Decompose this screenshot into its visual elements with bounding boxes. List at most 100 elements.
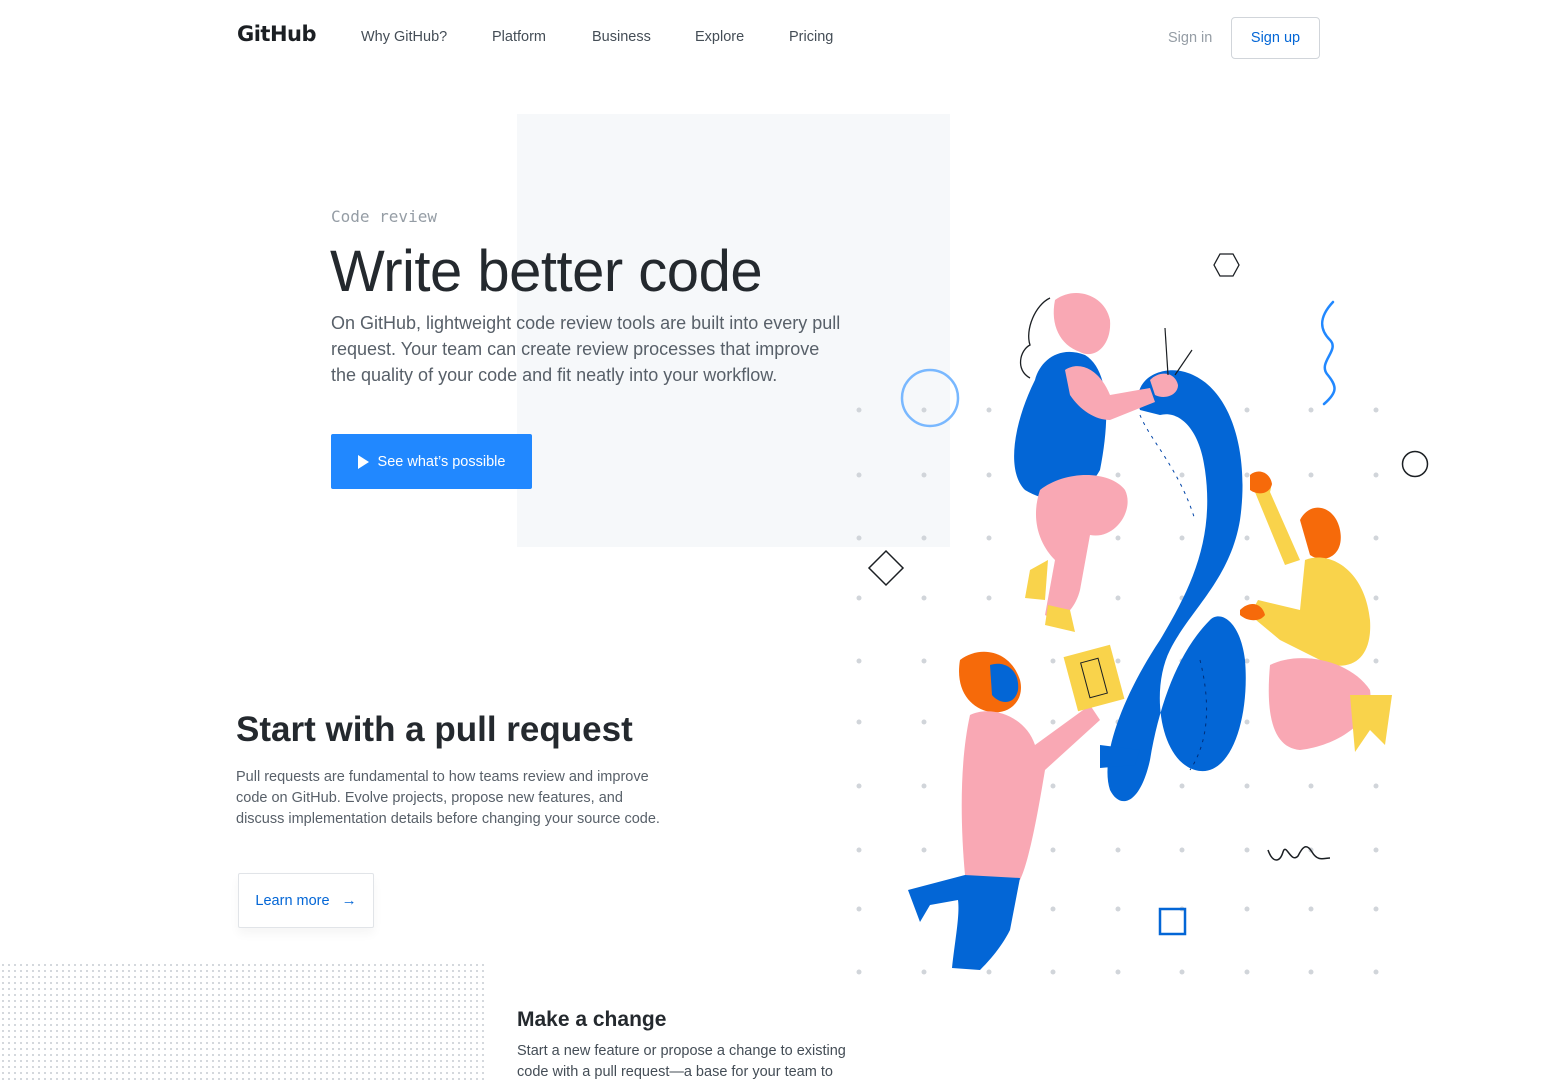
sign-up-button[interactable]: Sign up [1231,17,1320,59]
grid-dot [1308,906,1314,912]
grid-dot [1179,472,1185,478]
grid-dot [1179,969,1185,975]
grid-dot [856,719,862,725]
grid-dot [1373,847,1379,853]
grid-dot [1244,906,1250,912]
grid-dot [1244,407,1250,413]
nav-why-github[interactable]: Why GitHub? [361,29,447,45]
grid-dot [986,472,992,478]
grid-dot [1308,969,1314,975]
grid-dot [1244,847,1250,853]
grid-dot [1373,658,1379,664]
decorative-dot-pattern [0,962,486,1080]
decorative-circle-small [1401,450,1429,478]
collaboration-illustration [856,253,1429,975]
person-top [1014,292,1193,632]
github-logo[interactable]: GitHub [237,22,317,46]
grid-dot [1179,783,1185,789]
grid-dot [1115,595,1121,601]
decorative-circle-large [900,368,960,428]
grid-dot [1373,535,1379,541]
subsection-title: Make a change [517,1008,667,1031]
section-title: Start with a pull request [236,710,633,749]
decorative-squiggle-vertical [1320,300,1336,406]
decorative-squiggle-horizontal [1267,846,1331,861]
grid-dot [1373,472,1379,478]
grid-dot [1244,658,1250,664]
section-description: Pull requests are fundamental to how tea… [236,769,660,827]
nav-platform[interactable]: Platform [492,29,546,45]
grid-dot [921,719,927,725]
grid-dot [921,783,927,789]
arrow-right-icon: → [341,892,357,909]
grid-dot [1373,783,1379,789]
grid-dot [1373,595,1379,601]
grid-dot [1308,783,1314,789]
grid-dot [1244,969,1250,975]
grid-dot [1050,719,1056,725]
grid-dot [1115,906,1121,912]
grid-dot [1115,847,1121,853]
hero-title: Write better code [330,239,763,304]
grid-dot [986,535,992,541]
nav-pricing[interactable]: Pricing [789,29,833,45]
nav-explore[interactable]: Explore [695,29,744,45]
grid-dot [1244,719,1250,725]
nav-business[interactable]: Business [592,29,651,45]
grid-dot [856,472,862,478]
subsection-description: Start a new feature or propose a change … [517,1043,846,1080]
grid-dot [856,906,862,912]
grid-dot [856,595,862,601]
grid-dot [1373,407,1379,413]
decorative-hexagon [1213,253,1240,277]
grid-dot [1244,595,1250,601]
grid-dot [1244,535,1250,541]
grid-dot [986,969,992,975]
grid-dot [1373,969,1379,975]
sign-in-link[interactable]: Sign in [1168,30,1212,46]
grid-dot [921,969,927,975]
grid-dot [1244,472,1250,478]
grid-dot [856,783,862,789]
grid-dot [856,407,862,413]
decorative-diamond [867,549,905,587]
grid-dot [1179,847,1185,853]
hero-eyebrow: Code review [331,207,437,226]
hero-description: On GitHub, lightweight code review tools… [331,313,841,385]
grid-dot [856,847,862,853]
site-header: GitHub Why GitHub? Platform Business Exp… [0,0,1558,76]
grid-dot [1050,783,1056,789]
grid-dot [856,535,862,541]
grid-dot [986,595,992,601]
grid-dot [921,595,927,601]
learn-more-button[interactable]: Learn more → [238,873,374,928]
grid-dot [1050,969,1056,975]
grid-dot [1115,472,1121,478]
grid-dot [1115,969,1121,975]
grid-dot [921,847,927,853]
grid-dot [1179,535,1185,541]
person-bottom [908,644,1140,970]
grid-dot [1244,783,1250,789]
grid-dot [921,535,927,541]
person-right [1240,471,1392,752]
grid-dot [921,658,927,664]
decorative-square [1158,907,1187,936]
grid-dot [856,658,862,664]
grid-dot [1308,472,1314,478]
see-whats-possible-button[interactable]: See what’s possible [331,434,532,489]
grid-dot [1373,906,1379,912]
grid-dot [1115,658,1121,664]
grid-dot [1308,407,1314,413]
grid-dot [1115,535,1121,541]
grid-dot [921,472,927,478]
play-icon [357,454,369,469]
learn-more-label: Learn more [255,892,330,909]
grid-dot [1050,906,1056,912]
grid-dot [986,407,992,413]
grid-dot [1050,658,1056,664]
cta-label: See what’s possible [377,453,506,470]
grid-dot [1050,847,1056,853]
grid-dot [856,969,862,975]
grid-dot [921,407,927,413]
